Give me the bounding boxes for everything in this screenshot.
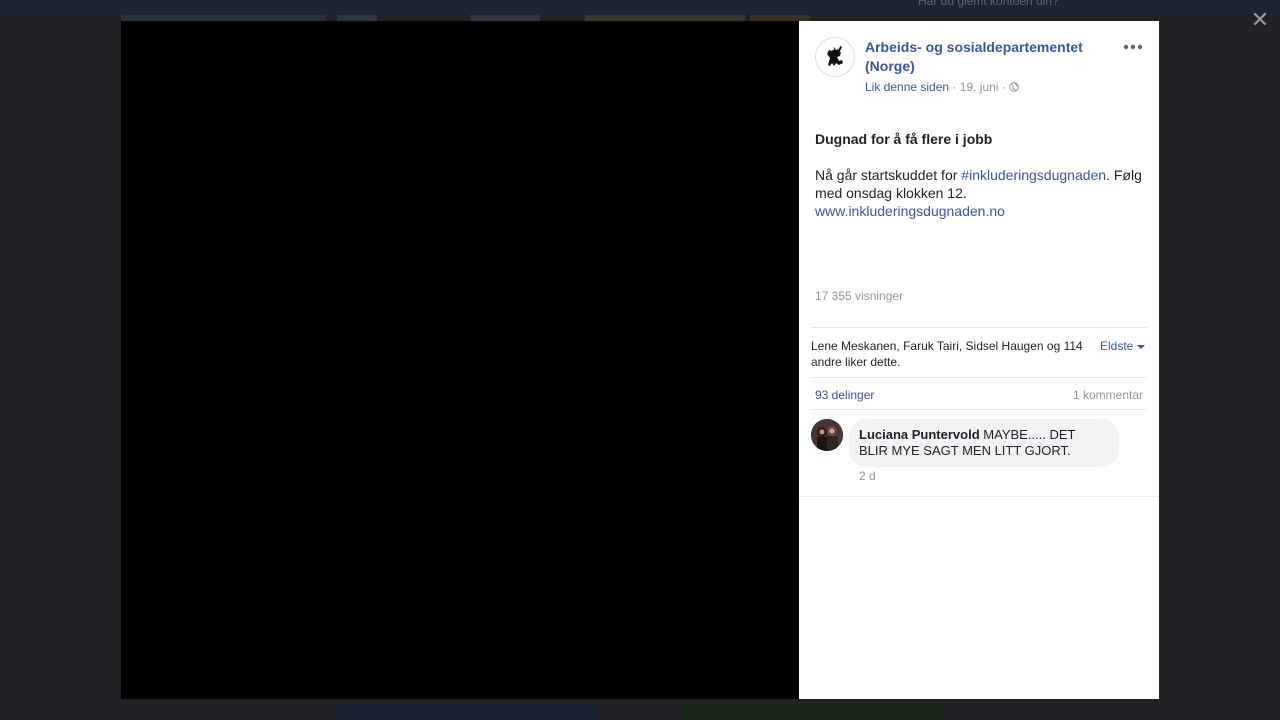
avatar[interactable] [811,419,843,451]
globe-icon [1009,81,1019,92]
comment-timestamp[interactable]: 2 d [859,469,876,483]
like-page-link[interactable]: Lik denne siden [865,80,949,94]
website-link[interactable]: www.inkluderingsdugnaden.no [815,203,1005,219]
page-avatar[interactable] [815,37,855,77]
post-text: Nå går startskuddet for [815,167,962,183]
divider [799,496,1159,497]
close-icon[interactable]: ✕ [1248,8,1272,32]
comment-author-link[interactable]: Luciana Puntervold [859,427,980,442]
background-login-button [337,705,597,720]
post-body: Nå går startskuddet for #inkluderingsdug… [815,166,1147,220]
background-signup-button [683,705,943,720]
view-count: 17 355 visninger [815,289,904,303]
meta-separator: · [1001,80,1010,94]
post-title: Dugnad for å få flere i jobb [815,131,993,147]
post-side-panel: Arbeids- og sosialdepartementet (Norge) … [799,21,1159,699]
sort-label: Eldste [1100,339,1134,353]
post-meta: Lik denne siden · 19. juni · [865,80,1019,94]
background-header: Har du glemt kontoen din? [0,0,1280,15]
chevron-down-icon [1137,345,1146,349]
likes-summary[interactable]: Lene Meskanen, Faruk Tairi, Sidsel Hauge… [811,338,1091,370]
video-player[interactable] [121,21,799,699]
forgot-account-link: Har du glemt kontoen din? [918,0,1059,8]
more-options-icon[interactable] [1121,39,1145,55]
meta-separator: · [952,80,960,94]
comment-sort-dropdown[interactable]: Eldste [1100,339,1146,353]
norwegian-lion-crest-icon [827,46,843,66]
post-date[interactable]: 19. juni [960,80,999,94]
comments-count-link[interactable]: 1 kommentar [1073,388,1143,402]
divider [811,377,1147,378]
comment-bubble: Luciana Puntervold MAYBE..... DET BLIR M… [849,419,1119,467]
page-name-link[interactable]: Arbeids- og sosialdepartementet (Norge) [865,38,1105,76]
shares-link[interactable]: 93 delinger [815,388,874,402]
divider [811,327,1147,328]
hashtag-link[interactable]: #inkluderingsdugnaden [961,167,1106,183]
divider [811,409,1147,410]
